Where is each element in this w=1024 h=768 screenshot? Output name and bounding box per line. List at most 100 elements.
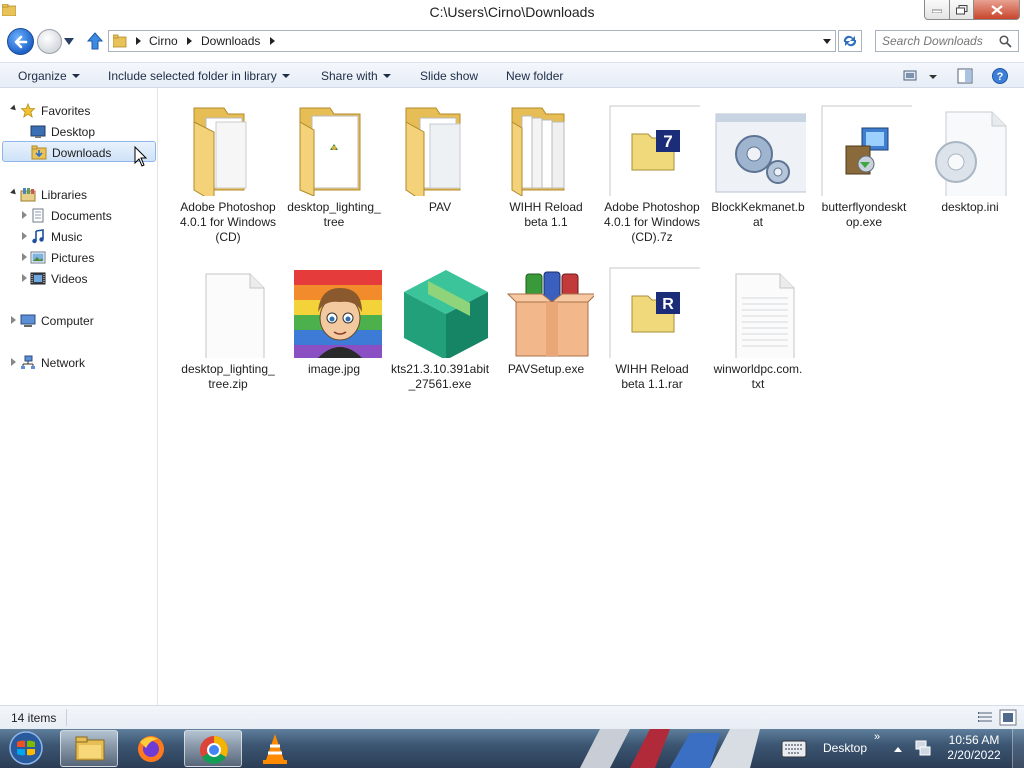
star-icon: [20, 103, 36, 118]
file-item[interactable]: winworldpc.com. txt: [706, 256, 806, 414]
file-name: kts21.3.10.391abit _27561.exe: [390, 362, 490, 391]
back-button[interactable]: [7, 28, 34, 55]
file-item[interactable]: 7 Adobe Photoshop 4.0.1 for Windows (CD)…: [600, 94, 700, 252]
file-name: image.jpg: [307, 362, 361, 376]
refresh-button[interactable]: [838, 30, 862, 52]
search-input[interactable]: [882, 34, 992, 48]
expand-arrow-icon[interactable]: [11, 358, 16, 366]
file-item[interactable]: WIHH Reload beta 1.1: [494, 94, 594, 252]
file-item[interactable]: PAV: [388, 94, 488, 252]
taskbar-explorer-button[interactable]: [60, 730, 118, 767]
title-bar: C:\Users\Cirno\Downloads: [0, 0, 1024, 26]
sidebar-item-desktop[interactable]: Desktop: [0, 121, 157, 142]
sidebar-item-network[interactable]: Network: [0, 352, 157, 373]
chevron-down-icon: [382, 74, 391, 78]
firefox-icon: [138, 736, 164, 762]
clock-date: 2/20/2022: [947, 748, 1001, 762]
share-with-menu[interactable]: Share with: [321, 69, 391, 83]
change-view-icon[interactable]: [902, 67, 920, 85]
sidebar-item-pictures[interactable]: Pictures: [0, 247, 157, 268]
sidebar-item-computer[interactable]: Computer: [0, 310, 157, 331]
preview-pane-icon[interactable]: [956, 67, 974, 85]
sidebar-item-downloads[interactable]: Downloads: [2, 141, 156, 162]
expand-arrow-icon[interactable]: [10, 188, 18, 197]
address-dropdown-icon[interactable]: [823, 39, 831, 44]
include-in-library-menu[interactable]: Include selected folder in library: [108, 69, 290, 83]
sidebar-item-videos[interactable]: Videos: [0, 268, 157, 289]
close-button[interactable]: [974, 0, 1020, 20]
address-bar[interactable]: Cirno Downloads: [108, 30, 836, 52]
navigation-pane: Favorites Desktop Downloads Libraries Do…: [0, 88, 158, 705]
downloads-folder-icon: [31, 145, 47, 160]
start-button[interactable]: [4, 730, 48, 767]
file-item[interactable]: desktop_lighting_ tree.zip: [176, 256, 276, 414]
expand-arrow-icon[interactable]: [22, 211, 27, 219]
package-icon: [404, 270, 488, 358]
organize-menu[interactable]: Organize: [18, 69, 80, 83]
desktop-toolbar-label[interactable]: Desktop: [823, 741, 867, 755]
image-thumbnail: [294, 270, 382, 358]
help-icon[interactable]: ?: [991, 67, 1009, 85]
sidebar-item-documents[interactable]: Documents: [0, 205, 157, 226]
forward-button[interactable]: [37, 29, 62, 54]
large-icons-view-icon[interactable]: [999, 709, 1017, 726]
taskbar-vlc-button[interactable]: [246, 730, 304, 767]
expand-arrow-icon[interactable]: [11, 316, 16, 324]
folder-icon: [113, 34, 127, 48]
folder-icon: [299, 107, 361, 196]
recent-pages-dropdown-icon[interactable]: [64, 38, 74, 46]
touch-keyboard-icon[interactable]: [781, 740, 807, 758]
maximize-button[interactable]: [950, 0, 974, 20]
file-list: Adobe Photoshop 4.0.1 for Windows (CD) d…: [160, 88, 1024, 705]
network-status-icon[interactable]: [914, 739, 932, 757]
file-name: butterflyondeskt op.exe: [821, 200, 907, 229]
new-folder-button[interactable]: New folder: [506, 69, 563, 83]
expand-arrow-icon[interactable]: [22, 253, 27, 261]
breadcrumb-downloads[interactable]: Downloads: [201, 34, 260, 48]
taskbar-firefox-button[interactable]: [122, 730, 180, 767]
file-item[interactable]: BlockKekmanet.b at: [706, 94, 806, 252]
breadcrumb-separator[interactable]: [187, 37, 192, 45]
pictures-icon: [30, 251, 46, 264]
sidebar-item-libraries[interactable]: Libraries: [0, 184, 157, 205]
folder-icon: [405, 107, 461, 196]
blank-file-icon: [205, 273, 265, 358]
sidebar-item-music[interactable]: Music: [0, 226, 157, 247]
vlc-icon: [263, 734, 287, 764]
file-item[interactable]: image.jpg: [282, 256, 382, 414]
expand-arrow-icon[interactable]: [22, 232, 27, 240]
chevron-double-right-icon[interactable]: »: [874, 731, 880, 743]
folder-icon: [511, 107, 565, 196]
show-desktop-button[interactable]: [1012, 729, 1024, 768]
file-name: desktop.ini: [941, 200, 999, 214]
details-view-icon[interactable]: [977, 709, 995, 726]
more-views-dropdown-icon[interactable]: [924, 67, 942, 85]
breadcrumb-separator[interactable]: [136, 37, 141, 45]
file-item[interactable]: desktop.ini: [918, 94, 1018, 252]
file-item[interactable]: PAVSetup.exe: [494, 256, 594, 414]
refresh-icon: [843, 35, 857, 47]
taskbar-clock[interactable]: 10:56 AM 2/20/2022: [944, 733, 1004, 763]
file-item[interactable]: R WIHH Reload beta 1.1.rar: [600, 256, 700, 414]
minimize-button[interactable]: [924, 0, 950, 20]
breadcrumb-cirno[interactable]: Cirno: [149, 34, 178, 48]
show-hidden-icons-icon[interactable]: [893, 745, 903, 753]
breadcrumb-separator[interactable]: [270, 37, 275, 45]
file-item[interactable]: Adobe Photoshop 4.0.1 for Windows (CD): [176, 94, 276, 252]
sidebar-item-favorites[interactable]: Favorites: [0, 100, 157, 121]
item-count: 14 items: [11, 711, 57, 725]
expand-arrow-icon[interactable]: [22, 274, 27, 282]
up-folder-icon[interactable]: [86, 32, 104, 50]
file-item[interactable]: desktop_lighting_ tree: [282, 94, 382, 252]
file-item[interactable]: butterflyondeskt op.exe: [812, 94, 912, 252]
slide-show-button[interactable]: Slide show: [420, 69, 478, 83]
expand-arrow-icon[interactable]: [10, 104, 18, 113]
file-name: WIHH Reload beta 1.1.rar: [615, 362, 689, 391]
taskbar-chrome-button[interactable]: [184, 730, 242, 767]
file-name: PAVSetup.exe: [507, 362, 585, 376]
clock-time: 10:56 AM: [948, 733, 1000, 747]
search-icon[interactable]: [999, 35, 1012, 48]
file-item[interactable]: kts21.3.10.391abit _27561.exe: [388, 256, 490, 414]
file-name: BlockKekmanet.b at: [711, 200, 805, 229]
search-box[interactable]: [875, 30, 1019, 52]
